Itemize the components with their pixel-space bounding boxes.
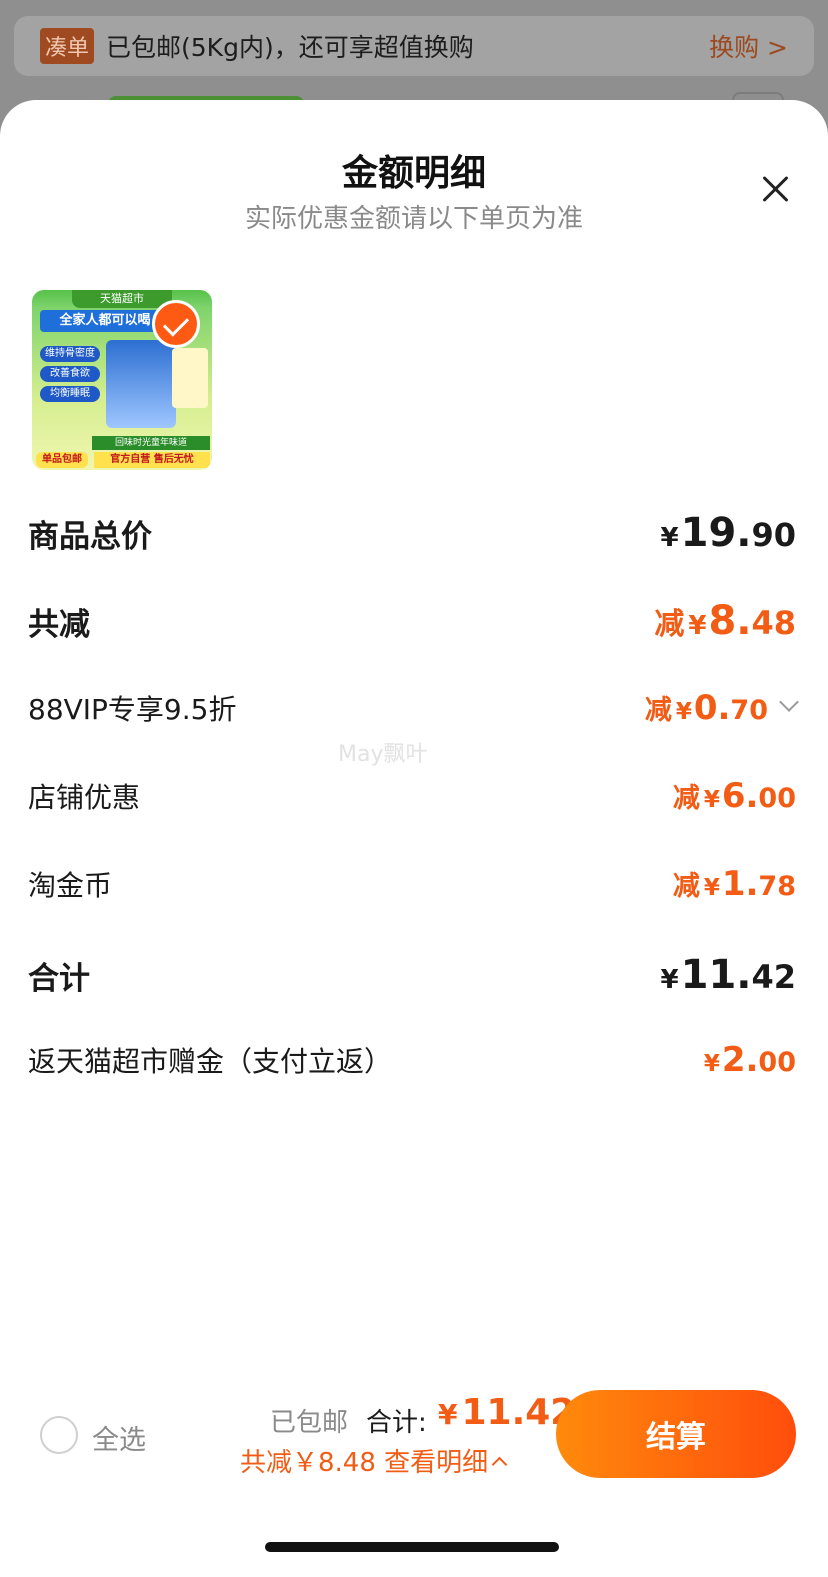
vip-discount-label: 88VIP专享9.5折 xyxy=(28,693,237,726)
view-details-link[interactable]: 共减￥8.48 查看明细 xyxy=(240,1442,508,1479)
currency-symbol: ¥ xyxy=(688,611,707,641)
discount-prefix: 减 xyxy=(672,783,700,814)
savings-text: 共减￥8.48 查看明细 xyxy=(240,1448,489,1478)
rebate-label: 返天猫超市赠金（支付立返） xyxy=(28,1045,393,1078)
sum-row: 合计 ¥11. 42 xyxy=(28,952,796,998)
discount-prefix: 减 xyxy=(654,607,685,642)
amount-int: 0. xyxy=(693,688,731,728)
select-all-label[interactable]: 全选 xyxy=(92,1418,146,1457)
total-discount-amount: 减 ¥8. 48 xyxy=(654,598,796,644)
thumb-pill: 改善食欲 xyxy=(40,366,100,382)
amount-dec: 90 xyxy=(751,516,796,554)
amount-int: 1. xyxy=(721,864,759,904)
currency-symbol: ¥ xyxy=(703,875,720,901)
thumb-card xyxy=(172,348,208,408)
sum-label: 合计 xyxy=(28,960,90,997)
close-icon[interactable] xyxy=(756,170,794,208)
store-discount-row: 店铺优惠 减 ¥6. 00 xyxy=(28,776,796,816)
store-discount-amount: 减 ¥6. 00 xyxy=(673,776,796,816)
amount-dec: 78 xyxy=(758,871,796,902)
coins-discount-amount: 减 ¥1. 78 xyxy=(673,864,796,904)
currency-symbol: ¥ xyxy=(703,787,720,813)
vip-discount-amount: 减 ¥0. 70 xyxy=(645,688,768,728)
thumb-foot: 回味时光童年味道 xyxy=(92,436,210,450)
thumb-pill: 维持骨密度 xyxy=(40,346,100,362)
sheet-subtitle: 实际优惠金额请以下单页为准 xyxy=(244,204,583,234)
sum-amount: ¥11. 42 xyxy=(661,952,796,998)
sheet-title: 金额明细 xyxy=(341,153,486,194)
amount-int: 11. xyxy=(680,952,752,998)
background-promo-bar: 凑单 已包邮(5Kg内)，还可享超值换购 换购 > xyxy=(14,16,814,76)
amount-dec: 48 xyxy=(751,604,796,642)
vip-discount-value: 减 ¥0. 70 xyxy=(645,688,799,728)
thumb-pill: 均衡睡眠 xyxy=(40,386,100,402)
coins-discount-label: 淘金币 xyxy=(28,869,113,902)
currency-symbol: ¥ xyxy=(675,699,692,725)
goods-total-amount: ¥19. 90 xyxy=(661,510,796,556)
chevron-up-icon xyxy=(491,1456,508,1473)
amount-dec: 00 xyxy=(758,1047,796,1078)
amount-int: 2. xyxy=(721,1040,759,1080)
home-indicator xyxy=(265,1542,559,1552)
currency-symbol: ¥ xyxy=(703,1051,720,1077)
selected-check-icon[interactable] xyxy=(152,300,200,348)
thumb-headline: 全家人都可以喝 xyxy=(40,310,170,332)
thumb-foot-badge: 官方自营 售后无忧 xyxy=(94,452,210,468)
coins-discount-row: 淘金币 减 ¥1. 78 xyxy=(28,864,796,904)
amount-int: 19. xyxy=(680,510,752,556)
bottom-total-label: 合计: xyxy=(366,1408,427,1438)
currency-symbol: ¥ xyxy=(660,965,679,995)
currency-symbol: ¥ xyxy=(438,1398,458,1431)
select-all-radio[interactable] xyxy=(40,1416,78,1454)
total-discount-row: 共减 减 ¥8. 48 xyxy=(28,598,796,644)
background-swap-link: 换购 > xyxy=(709,33,788,62)
rebate-row: 返天猫超市赠金（支付立返） ¥2. 00 xyxy=(28,1040,796,1080)
goods-total-label: 商品总价 xyxy=(28,518,152,555)
amount-dec: 42 xyxy=(751,958,796,996)
amount-int: 8. xyxy=(708,598,752,644)
thumb-shipping-badge: 单品包邮 xyxy=(36,452,88,468)
checkout-button[interactable]: 结算 xyxy=(556,1390,796,1478)
thumb-store-label: 天猫超市 xyxy=(72,290,172,308)
thumb-milk-bag xyxy=(106,340,176,428)
amount-dec: 00 xyxy=(758,783,796,814)
amount-int: 6. xyxy=(721,776,759,816)
discount-prefix: 减 xyxy=(672,871,700,902)
amount-dec: 70 xyxy=(730,695,768,726)
vip-discount-row[interactable]: 88VIP专享9.5折 减 ¥0. 70 xyxy=(28,688,799,728)
chevron-down-icon[interactable] xyxy=(779,692,799,712)
background-tag: 凑单 xyxy=(40,28,95,64)
background-promo-text: 已包邮(5Kg内)，还可享超值换购 xyxy=(106,33,474,62)
store-discount-label: 店铺优惠 xyxy=(28,781,141,814)
discount-prefix: 减 xyxy=(644,695,672,726)
total-discount-label: 共减 xyxy=(28,606,90,643)
shipping-label: 已包邮 xyxy=(270,1408,349,1438)
bottom-total-amount: ¥11.42 xyxy=(438,1392,575,1433)
rebate-amount: ¥2. 00 xyxy=(704,1040,796,1080)
goods-total-row: 商品总价 ¥19. 90 xyxy=(28,510,796,556)
currency-symbol: ¥ xyxy=(660,523,679,553)
watermark: May飘叶 xyxy=(338,742,428,767)
amount-detail-sheet: 金额明细 实际优惠金额请以下单页为准 天猫超市 全家人都可以喝 维持骨密度 改善… xyxy=(0,100,828,1577)
